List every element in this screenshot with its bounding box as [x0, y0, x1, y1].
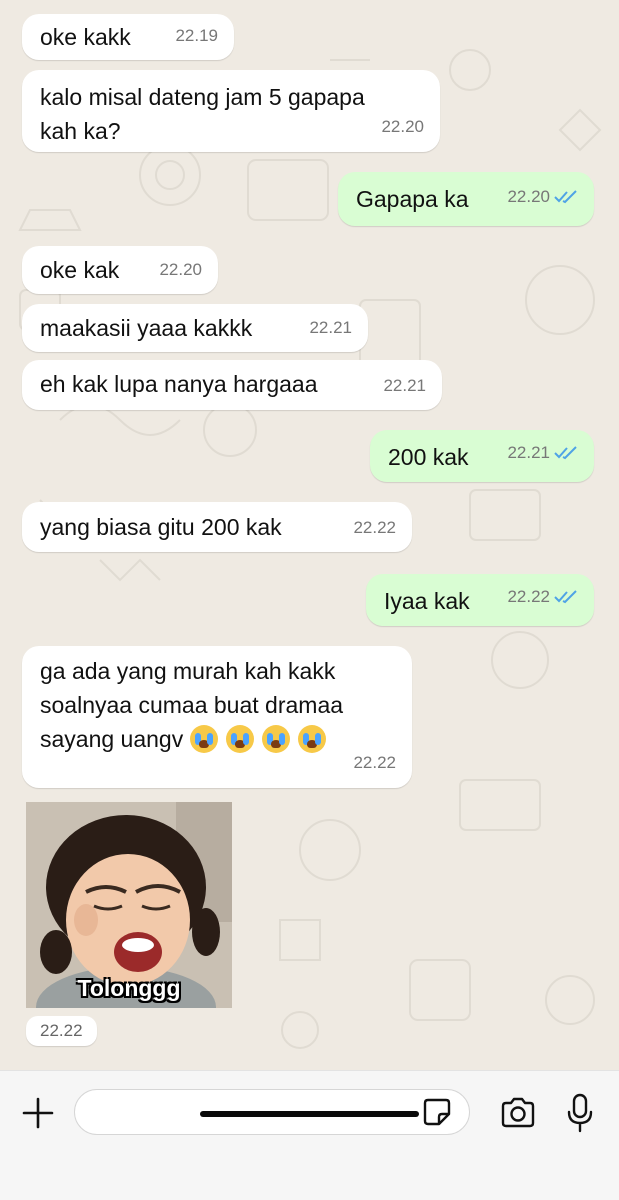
message-meta: 22.22 — [507, 580, 578, 614]
message-text: eh kak lupa nanya hargaaa — [40, 371, 318, 397]
message-text: yang biasa gitu 200 kak — [40, 514, 282, 540]
message-bubble-incoming[interactable]: yang biasa gitu 200 kak 22.22 — [22, 502, 412, 552]
microphone-icon — [567, 1093, 593, 1133]
message-meta: 22.20 — [507, 180, 578, 214]
read-receipt-icon — [554, 190, 577, 204]
message-bubble-outgoing[interactable]: Gapapa ka 22.20 — [338, 172, 594, 226]
sticker-caption: Tolonggg — [77, 975, 181, 1001]
sticker-time: 22.22 — [26, 1016, 97, 1046]
sticker-button[interactable] — [420, 1095, 454, 1129]
message-time: 22.20 — [381, 117, 424, 136]
message-bubble-incoming[interactable]: oke kak 22.20 — [22, 246, 218, 294]
message-bubble-incoming[interactable]: eh kak lupa nanya hargaaa 22.21 — [22, 360, 442, 410]
loudly-crying-face-emoji — [225, 725, 254, 753]
message-meta: 22.21 — [507, 436, 578, 470]
read-receipt-icon — [554, 446, 577, 460]
microphone-button[interactable] — [560, 1091, 600, 1135]
message-time: 22.21 — [309, 318, 352, 337]
message-bubble-outgoing[interactable]: 200 kak 22.21 — [370, 430, 594, 482]
message-bubble-incoming[interactable]: kalo misal dateng jam 5 gapapa kah ka? 2… — [22, 70, 440, 152]
message-bubble-incoming[interactable]: ga ada yang murah kah kakk soalnyaa cuma… — [22, 646, 412, 788]
message-time: 22.22 — [353, 518, 396, 537]
message-text: kalo misal dateng jam 5 gapapa kah ka? — [40, 84, 365, 144]
chat-area[interactable]: oke kakk 22.19 kalo misal dateng jam 5 g… — [0, 0, 619, 1070]
message-time: 22.20 — [507, 187, 550, 206]
message-time: 22.21 — [507, 443, 550, 462]
sticker-image[interactable]: Tolonggg — [26, 802, 232, 1008]
emoji-group — [189, 725, 334, 753]
camera-button[interactable] — [498, 1093, 538, 1133]
loudly-crying-face-emoji — [297, 725, 326, 753]
message-time: 22.22 — [507, 587, 550, 606]
loudly-crying-face-emoji — [261, 725, 290, 753]
message-time: 22.21 — [383, 376, 426, 395]
plus-icon — [22, 1097, 54, 1129]
message-bubble-outgoing[interactable]: Iyaa kak 22.22 — [366, 574, 594, 626]
home-indicator — [200, 1111, 419, 1117]
attach-plus-button[interactable] — [18, 1093, 58, 1133]
message-time: 22.19 — [175, 26, 218, 45]
message-text: 200 kak — [388, 444, 469, 470]
camera-icon — [501, 1097, 535, 1128]
message-bubble-incoming[interactable]: maakasii yaaa kakkk 22.21 — [22, 304, 368, 352]
loudly-crying-face-emoji — [189, 725, 218, 753]
message-bubble-incoming[interactable]: oke kakk 22.19 — [22, 14, 234, 60]
message-text: maakasii yaaa kakkk — [40, 315, 253, 341]
sticker-icon — [423, 1098, 451, 1126]
message-text: Iyaa kak — [384, 588, 470, 614]
message-text: oke kakk — [40, 24, 131, 50]
message-time: 22.20 — [159, 260, 202, 279]
read-receipt-icon — [554, 590, 577, 604]
message-time: 22.22 — [353, 753, 396, 772]
message-text: Gapapa ka — [356, 186, 469, 212]
message-text: oke kak — [40, 257, 120, 283]
message-composer — [0, 1070, 619, 1200]
message-content: ga ada yang murah kah kakk soalnyaa cuma… — [40, 654, 394, 756]
